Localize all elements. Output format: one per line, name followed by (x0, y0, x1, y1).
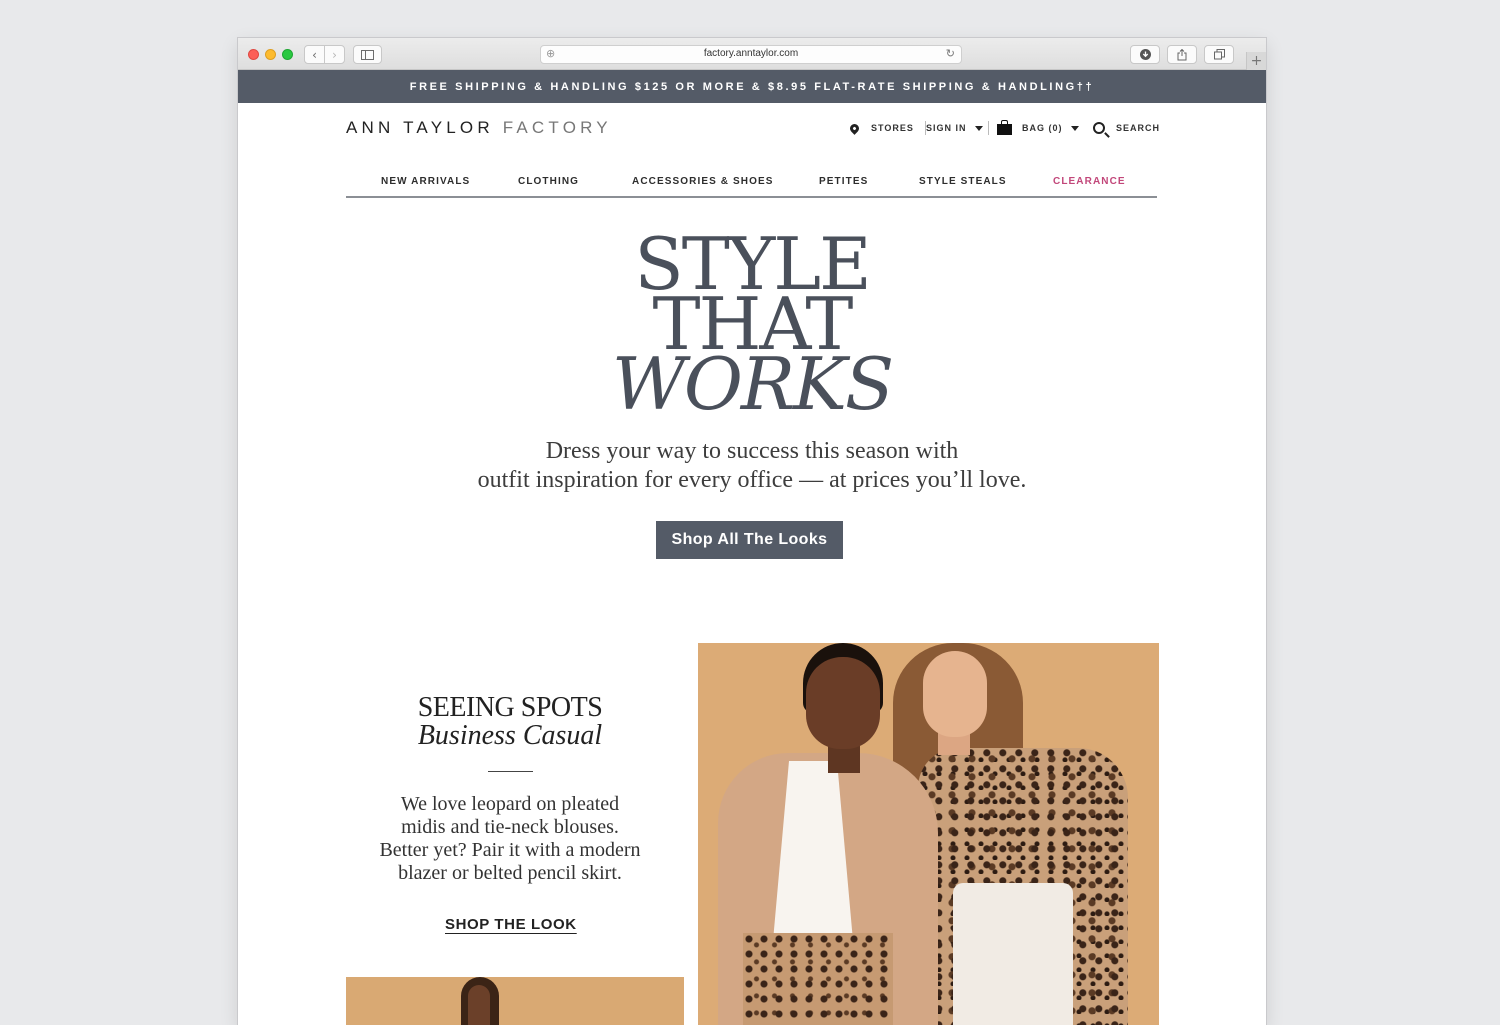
feature-copy-line2: midis and tie-neck blouses. (401, 816, 619, 838)
main-navigation: NEW ARRIVALS CLOTHING ACCESSORIES & SHOE… (346, 172, 1157, 198)
shop-all-looks-button[interactable]: Shop All The Looks (656, 521, 843, 559)
logo-sub: FACTORY (502, 118, 612, 137)
close-window-button[interactable] (248, 49, 259, 60)
search-label: SEARCH (1116, 123, 1161, 133)
white-pants (953, 883, 1073, 1025)
address-bar[interactable]: ⊕ factory.anntaylor.com ↻ (540, 45, 962, 64)
nav-clothing[interactable]: CLOTHING (518, 176, 579, 187)
promo-banner[interactable]: FREE SHIPPING & HANDLING $125 OR MORE & … (238, 70, 1266, 103)
feature-section: SEEING SPOTS Business Casual We love leo… (238, 643, 1266, 1025)
nav-clearance[interactable]: CLEARANCE (1053, 176, 1126, 187)
nav-petites[interactable]: PETITES (819, 176, 868, 187)
feature-copy-line4: blazer or belted pencil skirt. (398, 862, 622, 884)
back-icon[interactable]: ‹ (304, 45, 325, 64)
nav-style-steals[interactable]: STYLE STEALS (919, 176, 1007, 187)
feature-divider (488, 771, 533, 772)
sign-in-label: SIGN IN (926, 123, 967, 133)
minimize-window-button[interactable] (265, 49, 276, 60)
stores-link[interactable]: STORES (848, 118, 914, 138)
nav-accessories-shoes[interactable]: ACCESSORIES & SHOES (632, 176, 773, 187)
models-photo[interactable] (698, 643, 1159, 1025)
chevron-down-icon (1070, 125, 1079, 131)
forward-icon[interactable]: › (324, 45, 345, 64)
model-face (923, 651, 987, 737)
sign-in-link[interactable]: SIGN IN (926, 118, 983, 138)
hero-title-line3: WORKS (611, 342, 894, 426)
feature-title: SEEING SPOTS (417, 692, 603, 723)
utility-divider (980, 118, 997, 138)
stores-label: STORES (871, 123, 914, 133)
search-link[interactable]: SEARCH (1093, 118, 1160, 138)
zoom-window-button[interactable] (282, 49, 293, 60)
sidebar-icon[interactable] (353, 45, 382, 64)
hero-subtitle-line2: outfit inspiration for every office — at… (477, 467, 1027, 493)
feature-subtitle: Business Casual (417, 720, 603, 751)
bag-link[interactable]: BAG (0) (997, 118, 1079, 138)
share-icon[interactable] (1167, 45, 1197, 64)
new-tab-icon[interactable]: + (1246, 52, 1266, 70)
feature-copy-line3: Better yet? Pair it with a modern (379, 839, 641, 861)
shopping-bag-icon (997, 120, 1012, 135)
tabs-icon[interactable] (1204, 45, 1234, 64)
hero-subtitle-line1: Dress your way to success this season wi… (545, 438, 959, 464)
leopard-skirt (743, 933, 893, 1025)
nav-new-arrivals[interactable]: NEW ARRIVALS (381, 176, 470, 187)
model-face (806, 657, 880, 749)
feature-copy-line1: We love leopard on pleated (400, 793, 620, 815)
url-text: factory.anntaylor.com (703, 48, 799, 59)
model-face (468, 985, 490, 1025)
bag-label: BAG (0) (1022, 123, 1063, 133)
reload-icon[interactable]: ↻ (946, 47, 955, 60)
logo-main: ANN TAYLOR (346, 118, 494, 137)
search-icon (1093, 122, 1105, 134)
shop-the-look-link[interactable]: SHOP THE LOOK (445, 916, 577, 933)
site-logo[interactable]: ANN TAYLOR FACTORY (346, 118, 612, 138)
download-icon[interactable] (1130, 45, 1160, 64)
browser-toolbar: ‹ › ⊕ factory.anntaylor.com ↻ + (238, 38, 1266, 70)
location-pin-icon (848, 121, 861, 135)
look-thumbnail-image[interactable] (346, 977, 684, 1025)
